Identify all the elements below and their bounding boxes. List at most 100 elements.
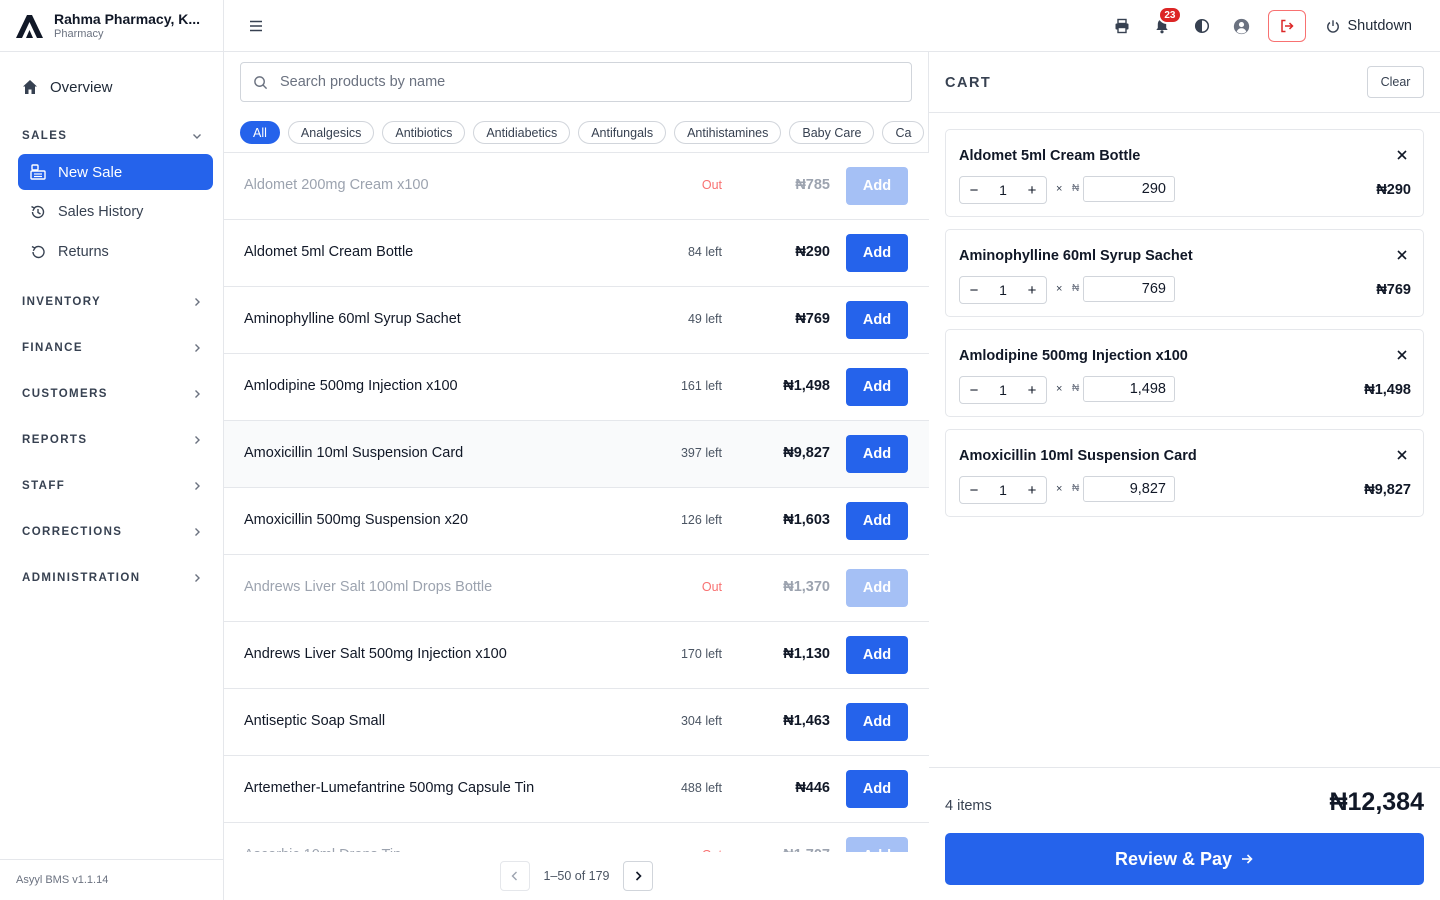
quantity-value[interactable]: 1: [988, 282, 1018, 298]
multiply-sign: ×: [1056, 283, 1063, 295]
sidebar-item-returns[interactable]: Returns: [30, 240, 109, 264]
add-to-cart-button[interactable]: Add: [846, 435, 908, 473]
add-to-cart-button[interactable]: Add: [846, 703, 908, 741]
logout-button[interactable]: [1267, 10, 1306, 42]
sidebar-item-sales-history[interactable]: Sales History: [30, 200, 143, 224]
print-button[interactable]: [1108, 12, 1136, 40]
product-row[interactable]: Amoxicillin 500mg Suspension x20 126 left…: [224, 488, 929, 555]
review-and-pay-button[interactable]: Review & Pay: [945, 833, 1424, 885]
quantity-stepper: −1 +: [959, 376, 1047, 404]
shutdown-button[interactable]: Shutdown: [1326, 18, 1412, 34]
decrease-quantity-button[interactable]: −: [960, 182, 988, 199]
product-name: Amlodipine 500mg Injection x100: [244, 378, 458, 394]
section-staff[interactable]: STAFF: [22, 477, 202, 495]
add-to-cart-button[interactable]: Add: [846, 167, 908, 205]
decrease-quantity-button[interactable]: −: [960, 382, 988, 399]
product-row[interactable]: Artemether-Lumefantrine 500mg Capsule Ti…: [224, 756, 929, 823]
product-row[interactable]: Aldomet 200mg Cream x100 Out ₦785 Add: [224, 153, 929, 220]
category-chip[interactable]: Analgesics: [287, 121, 375, 144]
sidebar-item-new-sale[interactable]: New Sale: [18, 154, 213, 190]
sidebar-item-overview[interactable]: Overview: [18, 74, 213, 100]
increase-quantity-button[interactable]: +: [1018, 482, 1046, 499]
product-price: ₦1,498: [783, 378, 830, 394]
search-icon: [254, 75, 268, 89]
topbar: 23 Shutdown: [224, 0, 1440, 52]
cart-panel: CART Clear Aldomet 5ml Cream Bottle −1 + × ₦…: [929, 52, 1440, 900]
section-administration[interactable]: ADMINISTRATION: [22, 569, 202, 587]
add-to-cart-button[interactable]: Add: [846, 234, 908, 272]
unit-price-input[interactable]: 290: [1083, 176, 1175, 202]
decrease-quantity-button[interactable]: −: [960, 282, 988, 299]
chevron-right-icon: [195, 436, 200, 444]
product-row[interactable]: Aminophylline 60ml Syrup Sachet 49 left ₦7…: [224, 287, 929, 354]
product-row[interactable]: Amoxicillin 10ml Suspension Card 397 left…: [224, 421, 929, 488]
product-stock: Out: [701, 178, 722, 192]
category-chip[interactable]: Baby Care: [789, 121, 875, 144]
category-chip[interactable]: Antidiabetics: [473, 121, 571, 144]
product-row[interactable]: Andrews Liver Salt 500mg Injection x100 1…: [224, 622, 929, 689]
increase-quantity-button[interactable]: +: [1018, 182, 1046, 199]
category-chip[interactable]: All: [240, 121, 280, 144]
add-to-cart-button[interactable]: Add: [846, 770, 908, 808]
add-to-cart-button[interactable]: Add: [846, 502, 908, 540]
quantity-value[interactable]: 1: [988, 182, 1018, 198]
unit-price-input[interactable]: 769: [1083, 276, 1175, 302]
close-icon[interactable]: [1395, 348, 1409, 362]
add-to-cart-button[interactable]: Add: [846, 301, 908, 339]
product-name: Amoxicillin 10ml Suspension Card: [244, 445, 464, 461]
section-label: SALES: [22, 130, 68, 142]
notifications-button[interactable]: 23: [1148, 6, 1182, 40]
next-page-button[interactable]: [622, 861, 653, 891]
unit-price-input[interactable]: 9,827: [1083, 476, 1175, 502]
category-chip[interactable]: Ca: [882, 121, 925, 144]
pagination: 1–50 of 179: [224, 852, 929, 900]
product-panel: All Analgesics Antibiotics Antidiabetics Ant…: [224, 52, 929, 900]
section-label: ADMINISTRATION: [22, 572, 141, 584]
add-to-cart-button[interactable]: Add: [846, 569, 908, 607]
hamburger-menu-icon[interactable]: [248, 18, 264, 34]
product-row[interactable]: Ascorbic 10ml Drops TinOut₦1,707Add: [224, 823, 929, 852]
section-corrections[interactable]: CORRECTIONS: [22, 523, 202, 541]
section-customers[interactable]: CUSTOMERS: [22, 385, 202, 403]
increase-quantity-button[interactable]: +: [1018, 382, 1046, 399]
chevron-right-icon: [195, 528, 200, 536]
category-chip[interactable]: Antibiotics: [382, 121, 466, 144]
close-icon[interactable]: [1395, 148, 1409, 162]
decrease-quantity-button[interactable]: −: [960, 482, 988, 499]
category-chip[interactable]: Antihistamines: [674, 121, 782, 144]
product-row[interactable]: Amlodipine 500mg Injection x100 161 left ₦…: [224, 354, 929, 421]
clear-cart-button[interactable]: Clear: [1367, 66, 1424, 98]
add-to-cart-button[interactable]: Add: [846, 837, 908, 852]
product-name: Antiseptic Soap Small: [244, 713, 386, 729]
add-to-cart-button[interactable]: Add: [846, 368, 908, 406]
quantity-value[interactable]: 1: [988, 382, 1018, 398]
product-row[interactable]: Andrews Liver Salt 100ml Drops Bottle Out…: [224, 555, 929, 622]
section-sales[interactable]: SALES: [22, 127, 202, 145]
section-reports[interactable]: REPORTS: [22, 431, 202, 449]
account-button[interactable]: [1228, 12, 1256, 40]
previous-page-button[interactable]: [500, 861, 531, 891]
increase-quantity-button[interactable]: +: [1018, 282, 1046, 299]
chevron-right-icon: [195, 298, 200, 306]
product-price: ₦290: [795, 244, 830, 260]
product-stock: 126 left: [680, 513, 722, 527]
product-price: ₦769: [795, 311, 830, 327]
unit-price-input[interactable]: 1,498: [1083, 376, 1175, 402]
section-finance[interactable]: FINANCE: [22, 339, 202, 357]
add-to-cart-button[interactable]: Add: [846, 636, 908, 674]
product-row[interactable]: Aldomet 5ml Cream Bottle 84 left ₦290 Add: [224, 220, 929, 287]
theme-toggle-button[interactable]: [1188, 12, 1216, 40]
register-icon: [30, 164, 46, 180]
quantity-value[interactable]: 1: [988, 482, 1018, 498]
close-icon[interactable]: [1395, 248, 1409, 262]
logout-icon: [1280, 19, 1294, 33]
sidebar-item-label: New Sale: [58, 163, 123, 181]
category-chip[interactable]: Antifungals: [578, 121, 667, 144]
section-label: INVENTORY: [22, 296, 102, 308]
search-input[interactable]: [280, 74, 880, 90]
section-inventory[interactable]: INVENTORY: [22, 293, 202, 311]
close-icon[interactable]: [1395, 448, 1409, 462]
cart-item-total: ₦9,827: [1364, 482, 1411, 498]
product-name: Aldomet 200mg Cream x100: [244, 177, 429, 193]
product-row[interactable]: Antiseptic Soap Small 304 left ₦1,463 Add: [224, 689, 929, 756]
